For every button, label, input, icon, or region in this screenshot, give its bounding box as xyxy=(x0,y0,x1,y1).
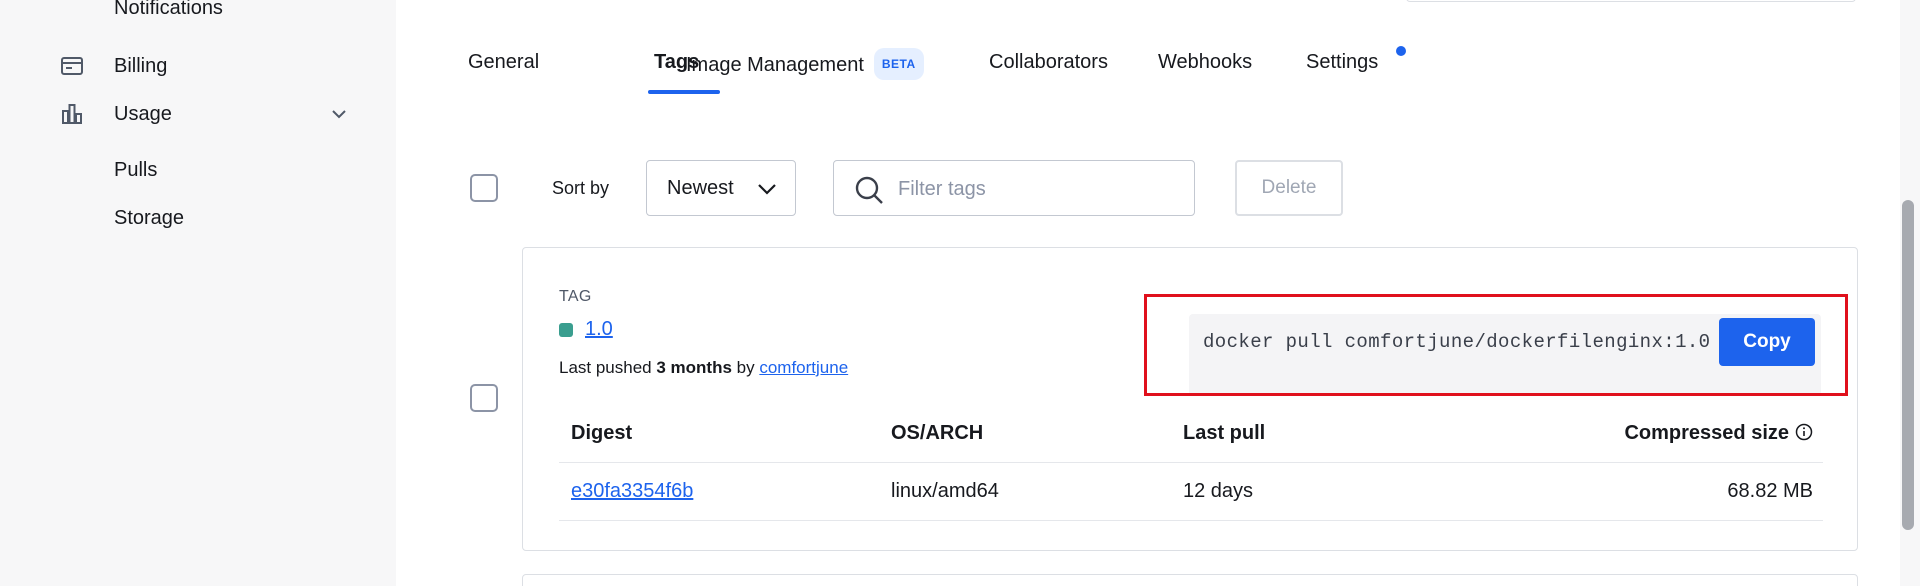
last-pushed-info: Last pushed 3 months by comfortjune xyxy=(559,358,848,378)
main-content: General Tags Image Management BETA Collab… xyxy=(396,0,1896,586)
tag-card: TAG 1.0 Last pushed 3 months by comfortj… xyxy=(522,247,1858,551)
next-tag-card xyxy=(522,574,1858,586)
sidebar-item-billing[interactable]: Billing xyxy=(0,52,396,80)
tab-image-management[interactable]: Image Management BETA xyxy=(686,48,924,80)
column-header-compressed-size: Compressed size xyxy=(1624,422,1813,445)
tag-name-row: 1.0 xyxy=(559,318,613,341)
credit-card-icon xyxy=(60,54,84,78)
sidebar-item-pulls[interactable]: Pulls xyxy=(0,156,396,184)
table-divider xyxy=(559,520,1823,521)
sidebar: Notifications Billing Usage Pulls Storag… xyxy=(0,0,396,586)
table-row-last-pull: 12 days xyxy=(1183,480,1254,502)
column-header-os-arch: OS/ARCH xyxy=(891,422,984,444)
header-search-box-edge xyxy=(1406,0,1856,2)
chevron-down-icon xyxy=(755,177,779,201)
sidebar-item-label: Notifications xyxy=(114,0,223,19)
filter-tags-input[interactable] xyxy=(898,173,1178,205)
sort-label: Sort by xyxy=(552,178,610,198)
digest-link[interactable]: e30fa3354f6b xyxy=(571,480,693,502)
sort-value: Newest xyxy=(667,176,734,199)
filter-tags-field[interactable] xyxy=(833,160,1195,216)
sidebar-item-label: Usage xyxy=(114,102,172,125)
tab-label: Image Management xyxy=(686,54,864,76)
tab-collaborators[interactable]: Collaborators xyxy=(989,48,1108,76)
delete-button[interactable]: Delete xyxy=(1235,160,1343,216)
pushed-by: by xyxy=(731,358,760,377)
column-header-last-pull: Last pull xyxy=(1183,422,1266,444)
copy-button[interactable]: Copy xyxy=(1719,318,1815,366)
tab-general[interactable]: General xyxy=(468,48,539,76)
column-header-label: Compressed size xyxy=(1624,422,1789,444)
table-row-size: 68.82 MB xyxy=(1727,480,1813,502)
bar-chart-icon xyxy=(60,102,84,126)
table-row-digest: e30fa3354f6b xyxy=(571,480,693,503)
table-divider xyxy=(559,462,1823,463)
sidebar-item-usage[interactable]: Usage xyxy=(0,100,396,128)
tab-label: Settings xyxy=(1306,51,1379,73)
sort-select[interactable]: Newest xyxy=(646,160,796,216)
sidebar-item-notifications[interactable]: Notifications xyxy=(0,0,396,20)
row-checkbox[interactable] xyxy=(470,384,498,412)
beta-badge: BETA xyxy=(873,48,924,80)
pushed-time: 3 months xyxy=(656,358,732,377)
chevron-down-icon[interactable] xyxy=(328,103,350,125)
pull-command-text[interactable]: docker pull comfortjune/dockerfilenginx:… xyxy=(1203,328,1723,357)
pushed-prefix: Last pushed xyxy=(559,358,657,377)
tag-status-icon xyxy=(559,322,573,337)
tab-settings[interactable]: Settings xyxy=(1306,48,1378,76)
scrollbar-thumb[interactable] xyxy=(1902,200,1914,530)
pull-command-box: docker pull comfortjune/dockerfilenginx:… xyxy=(1189,314,1821,396)
sidebar-item-label: Storage xyxy=(114,206,185,229)
search-icon xyxy=(854,175,884,205)
pushed-user-link[interactable]: comfortjune xyxy=(759,358,848,377)
select-all-checkbox[interactable] xyxy=(470,174,498,202)
table-row-os-arch: linux/amd64 xyxy=(891,480,999,502)
tag-link[interactable]: 1.0 xyxy=(585,318,613,341)
tag-header: TAG xyxy=(559,288,592,305)
notification-dot xyxy=(1396,46,1406,56)
column-header-digest: Digest xyxy=(571,422,633,444)
info-icon[interactable] xyxy=(1795,423,1813,441)
tab-webhooks[interactable]: Webhooks xyxy=(1158,48,1252,76)
sidebar-item-label: Billing xyxy=(114,54,168,77)
sidebar-item-storage[interactable]: Storage xyxy=(0,204,396,232)
sidebar-item-label: Pulls xyxy=(114,158,158,181)
active-tab-indicator xyxy=(648,90,720,94)
